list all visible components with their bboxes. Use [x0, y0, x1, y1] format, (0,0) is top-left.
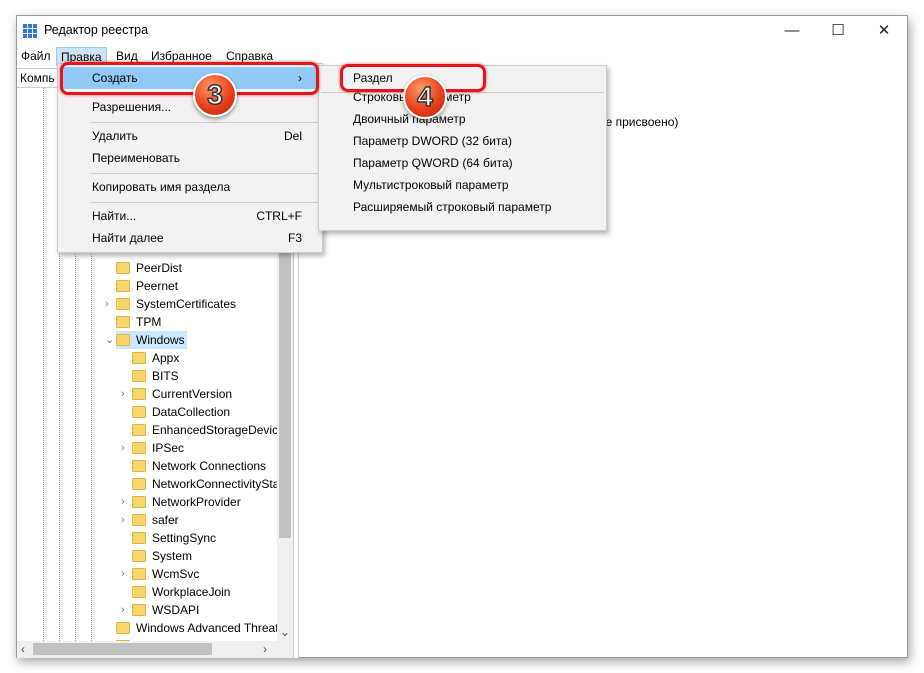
node-label: Appx — [152, 351, 180, 365]
node-label: NetworkProvider — [152, 495, 241, 509]
folder-icon — [132, 424, 146, 436]
submenu-item[interactable]: Расширяемый строковый параметр — [321, 196, 604, 218]
chevron-right-icon[interactable]: › — [121, 385, 125, 403]
menu-item-rename[interactable]: Переименовать — [60, 147, 320, 169]
menu-separator — [91, 122, 320, 123]
chevron-right-icon[interactable]: › — [105, 295, 109, 313]
chevron-right-icon[interactable]: › — [121, 493, 125, 511]
folder-icon — [116, 334, 130, 346]
folder-icon — [116, 622, 130, 634]
item-label: Разрешения... — [92, 100, 172, 114]
folder-icon — [132, 496, 146, 508]
chevron-right-icon[interactable]: › — [121, 565, 125, 583]
node-label: safer — [152, 513, 179, 527]
node-label: Windows Advanced Threat — [136, 621, 279, 635]
node-label: IPSec — [152, 441, 185, 455]
value-data: не присвоено) — [599, 115, 679, 129]
node-label: WcmSvc — [152, 567, 200, 581]
item-label: Найти далее — [92, 231, 164, 245]
folder-icon — [132, 514, 146, 526]
node-label: TPM — [136, 315, 162, 329]
folder-icon — [132, 586, 146, 598]
node-label: EnhancedStorageDevice — [152, 423, 285, 437]
node-label: DataCollection — [152, 405, 231, 419]
shortcut: CTRL+F — [256, 209, 302, 223]
close-button[interactable]: ✕ — [861, 16, 907, 46]
node-label: Peernet — [136, 279, 179, 293]
folder-icon — [132, 388, 146, 400]
menu-separator — [91, 173, 320, 174]
folder-icon — [132, 442, 146, 454]
scroll-down-icon[interactable]: ⌄ — [280, 625, 290, 639]
chevron-down-icon[interactable]: ⌄ — [105, 331, 114, 349]
node-label: PeerDist — [136, 261, 183, 275]
registry-editor-icon — [23, 24, 37, 38]
node-label: SettingSync — [152, 531, 217, 545]
menu-item-delete[interactable]: Удалить Del — [60, 125, 320, 147]
scroll-thumb[interactable] — [33, 643, 212, 655]
menu-item-permissions[interactable]: Разрешения... — [60, 96, 320, 118]
folder-icon — [132, 604, 146, 616]
node-label: SystemCertificates — [136, 297, 237, 311]
folder-icon — [132, 568, 146, 580]
window-title: Редактор реестра — [44, 23, 149, 37]
chevron-right-icon[interactable]: › — [121, 511, 125, 529]
menu-item-find-next[interactable]: Найти далее F3 — [60, 227, 320, 249]
node-label: CurrentVersion — [152, 387, 233, 401]
step-badge-3: 3 — [193, 73, 237, 117]
minimize-button[interactable]: — — [769, 16, 815, 46]
node-label: System — [152, 549, 193, 563]
item-label: Копировать имя раздела — [92, 180, 231, 194]
node-label: Network Connections — [152, 459, 267, 473]
folder-icon — [116, 262, 130, 274]
folder-icon — [132, 352, 146, 364]
menu-separator — [91, 202, 320, 203]
maximize-button[interactable]: ☐ — [815, 16, 861, 46]
scroll-left-icon[interactable]: ‹ — [21, 642, 25, 656]
shortcut: Del — [283, 129, 302, 143]
annotation-highlight-create — [60, 62, 319, 95]
menu-item-find[interactable]: Найти... CTRL+F — [60, 205, 320, 227]
item-label: Найти... — [92, 209, 137, 223]
shortcut: F3 — [287, 231, 302, 245]
folder-icon — [132, 406, 146, 418]
scroll-right-icon[interactable]: › — [263, 642, 267, 656]
node-label: NetworkConnectivitySta — [152, 477, 280, 491]
folder-icon — [132, 370, 146, 382]
folder-icon — [132, 550, 146, 562]
title-bar: Редактор реестра — ☐ ✕ — [17, 16, 907, 46]
folder-icon — [116, 298, 130, 310]
submenu-item[interactable]: Параметр DWORD (32 бита) — [321, 130, 604, 152]
item-label: Переименовать — [92, 151, 180, 165]
folder-icon — [116, 316, 130, 328]
step-badge-4: 4 — [403, 75, 447, 119]
chevron-right-icon[interactable]: › — [121, 439, 125, 457]
folder-icon — [132, 460, 146, 472]
node-label: BITS — [152, 369, 179, 383]
menu-file[interactable]: Файл — [17, 47, 55, 66]
folder-icon — [132, 532, 146, 544]
chevron-right-icon[interactable]: › — [121, 601, 125, 619]
menu-item-copy-key-name[interactable]: Копировать имя раздела — [60, 176, 320, 198]
folder-icon — [132, 478, 146, 490]
tree-horizontal-scrollbar[interactable]: ‹ › — [17, 641, 293, 658]
submenu-item[interactable]: Мультистроковый параметр — [321, 174, 604, 196]
submenu-item[interactable]: Параметр QWORD (64 бита) — [321, 152, 604, 174]
node-label: WorkplaceJoin — [152, 585, 231, 599]
submenu-item[interactable]: Двоичный параметр — [321, 108, 604, 130]
node-label: WSDAPI — [152, 603, 200, 617]
item-label: Удалить — [92, 129, 138, 143]
folder-icon — [116, 280, 130, 292]
